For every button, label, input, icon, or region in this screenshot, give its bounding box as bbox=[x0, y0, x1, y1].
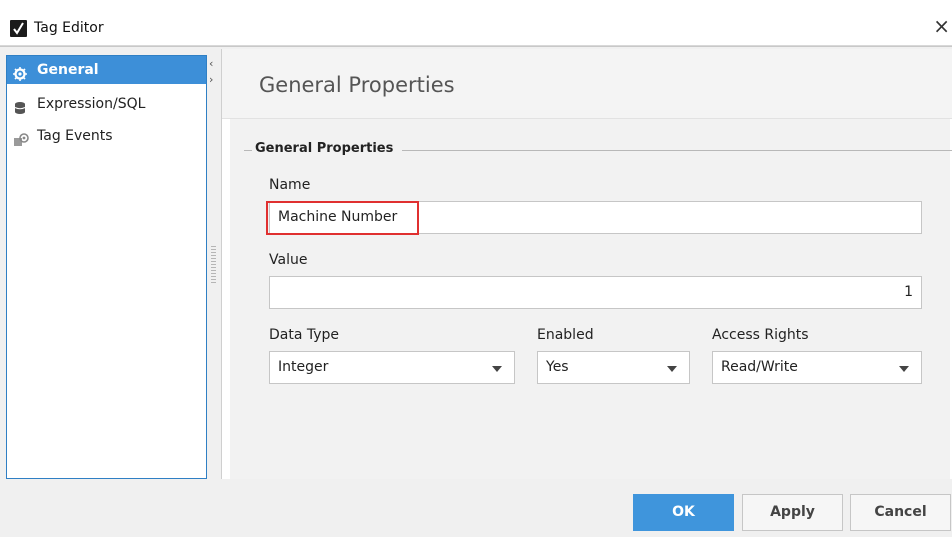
splitter-handle[interactable] bbox=[211, 246, 216, 284]
data-type-label: Data Type bbox=[269, 327, 340, 343]
sidebar-toggle[interactable]: ‹ › bbox=[209, 56, 219, 88]
database-icon bbox=[13, 97, 27, 114]
cancel-button[interactable]: Cancel bbox=[850, 494, 951, 531]
enabled-label: Enabled bbox=[537, 327, 594, 343]
enabled-select[interactable]: Yes bbox=[537, 351, 690, 384]
section-divider-left bbox=[244, 150, 252, 151]
sidebar-item-label: Tag Events bbox=[37, 128, 113, 144]
value-label: Value bbox=[269, 252, 308, 268]
sidebar-item-tag-events[interactable]: Tag Events bbox=[7, 122, 206, 150]
enabled-value: Yes bbox=[546, 359, 569, 375]
ok-button[interactable]: OK bbox=[633, 494, 734, 531]
value-field[interactable]: 1 bbox=[269, 276, 922, 309]
chevron-down-icon bbox=[492, 366, 502, 372]
sidebar: General Expression/SQL Tag Events bbox=[6, 55, 207, 479]
page-title: General Properties bbox=[259, 73, 455, 97]
access-rights-select[interactable]: Read/Write bbox=[712, 351, 922, 384]
gear-icon bbox=[13, 63, 27, 81]
sidebar-item-label: Expression/SQL bbox=[37, 96, 146, 112]
collapse-left-icon[interactable]: ‹ bbox=[209, 56, 219, 72]
apply-button[interactable]: Apply bbox=[742, 494, 843, 531]
section-title: General Properties bbox=[255, 141, 394, 156]
window-title: Tag Editor bbox=[34, 20, 104, 36]
chevron-down-icon bbox=[667, 366, 677, 372]
access-rights-value: Read/Write bbox=[721, 359, 798, 375]
data-type-select[interactable]: Integer bbox=[269, 351, 515, 384]
sidebar-item-general[interactable]: General bbox=[7, 56, 206, 84]
chevron-down-icon bbox=[899, 366, 909, 372]
expand-right-icon[interactable]: › bbox=[209, 72, 219, 88]
tag-events-icon bbox=[13, 129, 29, 146]
title-divider bbox=[0, 46, 952, 47]
checkmark-app-icon bbox=[10, 20, 27, 37]
sidebar-item-expression-sql[interactable]: Expression/SQL bbox=[7, 90, 206, 118]
access-rights-label: Access Rights bbox=[712, 327, 809, 343]
name-label: Name bbox=[269, 177, 311, 193]
sidebar-item-label: General bbox=[37, 62, 99, 78]
close-icon[interactable]: × bbox=[933, 16, 950, 36]
title-bar: Tag Editor × bbox=[0, 0, 952, 46]
page-header: General Properties bbox=[222, 49, 952, 119]
main-panel: General Properties General Properties Na… bbox=[221, 49, 952, 479]
name-highlight-box bbox=[266, 201, 419, 235]
data-type-value: Integer bbox=[278, 359, 329, 375]
section-divider-right bbox=[402, 150, 952, 151]
